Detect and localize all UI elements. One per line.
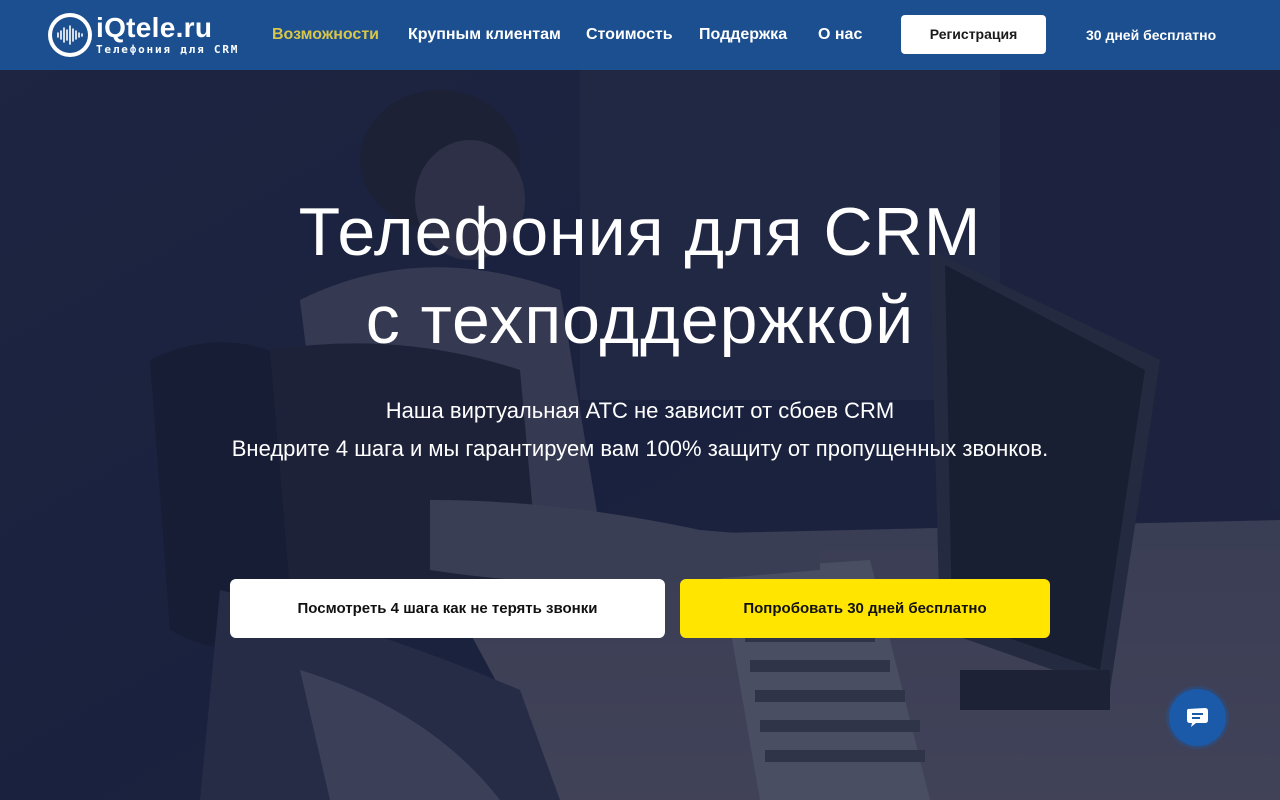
hero-subtitle-line-1: Наша виртуальная АТС не зависит от сбоев… xyxy=(385,398,895,423)
view-steps-button[interactable]: Посмотреть 4 шага как не терять звонки xyxy=(230,579,665,638)
nav-support[interactable]: Поддержка xyxy=(699,25,787,45)
soundwave-logo-icon xyxy=(48,13,92,57)
nav-enterprise[interactable]: Крупным клиентам xyxy=(408,25,561,45)
hero-title-line-2: с техподдержкой xyxy=(365,282,915,358)
chat-widget-button[interactable] xyxy=(1169,689,1226,746)
hero-section: Телефония для CRM с техподдержкой Наша в… xyxy=(0,70,1280,800)
register-button[interactable]: Регистрация xyxy=(901,15,1046,54)
free-trial-link[interactable]: 30 дней бесплатно xyxy=(1086,26,1216,44)
hero-title: Телефония для CRM с техподдержкой xyxy=(0,188,1280,364)
logo-name: iQtele.ru xyxy=(96,12,213,43)
hero-subtitle-line-2: Внедрите 4 шага и мы гарантируем вам 100… xyxy=(231,436,1049,461)
nav-pricing[interactable]: Стоимость xyxy=(586,25,673,45)
logo-tagline: Телефония для CRM xyxy=(96,43,240,56)
nav-features[interactable]: Возможности xyxy=(272,25,379,45)
chat-icon xyxy=(1187,708,1208,727)
hero-title-line-1: Телефония для CRM xyxy=(298,194,982,270)
hero-subtitle: Наша виртуальная АТС не зависит от сбоев… xyxy=(0,392,1280,468)
site-logo[interactable]: iQtele.ru Телефония для CRM xyxy=(48,13,238,59)
nav-about[interactable]: О нас xyxy=(818,25,862,45)
site-header: iQtele.ru Телефония для CRM Возможности … xyxy=(0,0,1280,70)
free-trial-button[interactable]: Попробовать 30 дней бесплатно xyxy=(680,579,1050,638)
